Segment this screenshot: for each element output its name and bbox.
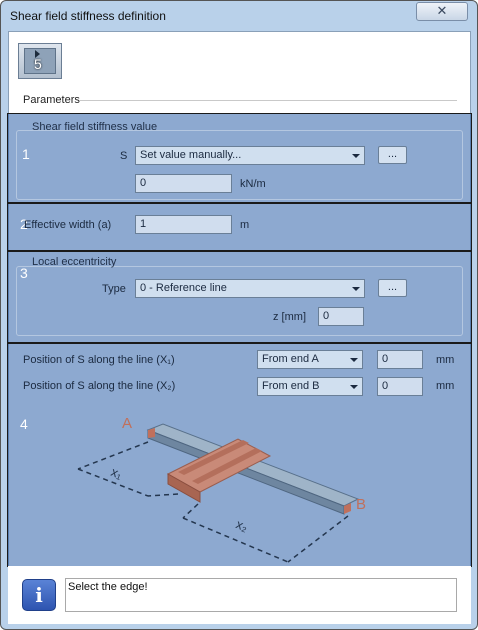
type-label: Type <box>102 283 126 295</box>
eccentricity-more-button[interactable]: ... <box>378 279 407 297</box>
stiffness-unit: kN/m <box>240 178 266 190</box>
region-eccentricity: 3 Local eccentricity Type 0 - Reference … <box>7 251 472 343</box>
info-icon: i <box>22 579 56 611</box>
status-area: i Select the edge! <box>8 566 471 624</box>
stiffness-mode-select[interactable]: Set value manually... <box>135 146 365 165</box>
shear-field-diagram: A B x₁ x₂ <box>77 415 366 563</box>
stiffness-more-button[interactable]: ... <box>378 146 407 164</box>
eccentricity-group <box>16 266 463 336</box>
region-position: Position of S along the line (X₁) From e… <box>7 343 472 567</box>
effective-width-unit: m <box>240 219 250 231</box>
window-title: Shear field stiffness definition <box>10 9 166 23</box>
region-effective-width: 2 Effective width (a) 1 m <box>7 203 472 251</box>
dialog-window: Shear field stiffness definition ✕ 5 Par… <box>0 0 478 630</box>
close-button[interactable]: ✕ <box>416 2 468 21</box>
x1-dimension-label: x₁ <box>109 464 125 482</box>
x2-dimension-label: x₂ <box>234 516 250 534</box>
overlay-number-5: 5 <box>34 56 42 72</box>
z-value-input[interactable]: 0 <box>318 307 364 326</box>
select-edge-button[interactable]: 5 <box>18 43 62 79</box>
eccentricity-type-value: 0 - Reference line <box>140 282 227 294</box>
chevron-down-icon <box>352 154 360 158</box>
effective-width-label: Effective width (a) <box>24 219 112 231</box>
stiffness-value-input[interactable]: 0 <box>135 174 232 193</box>
effective-width-input[interactable]: 1 <box>135 215 232 234</box>
end-b-label: B <box>356 496 366 513</box>
s-label: S <box>120 150 128 162</box>
parameters-divider <box>79 100 457 101</box>
eccentricity-group-title: Local eccentricity <box>32 256 117 268</box>
stiffness-mode-value: Set value manually... <box>140 149 242 161</box>
z-label: z [mm] <box>273 311 306 323</box>
eccentricity-type-select[interactable]: 0 - Reference line <box>135 279 365 298</box>
region-stiffness: 1 Shear field stiffness value S Set valu… <box>7 113 472 203</box>
status-message: Select the edge! <box>65 578 457 612</box>
title-bar: Shear field stiffness definition ✕ <box>1 1 477 31</box>
end-a-label: A <box>122 415 132 432</box>
chevron-down-icon <box>352 287 360 291</box>
stiffness-group-title: Shear field stiffness value <box>32 121 158 133</box>
parameters-heading: Parameters <box>23 94 80 106</box>
